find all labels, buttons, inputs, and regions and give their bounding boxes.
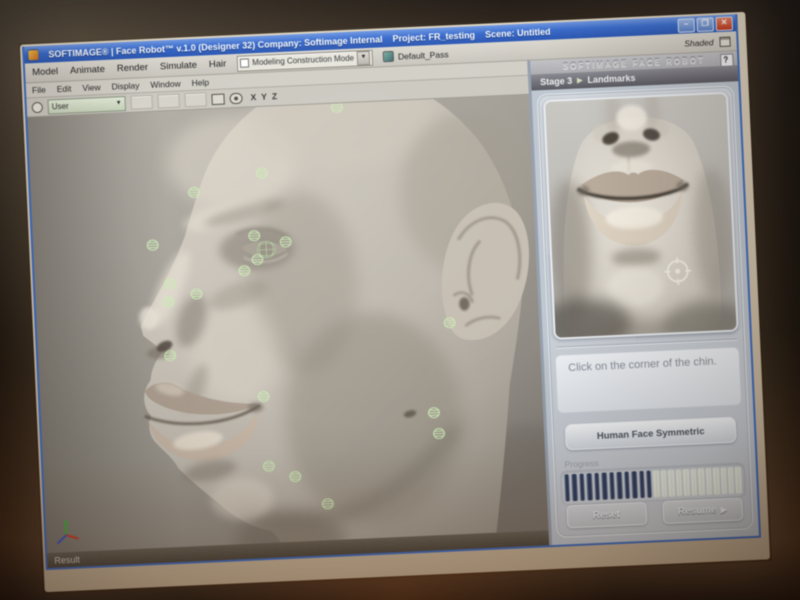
close-button[interactable]: ✕	[715, 16, 733, 31]
vp-menu-edit[interactable]: Edit	[55, 83, 72, 94]
vp-menu-display[interactable]: Display	[110, 80, 140, 91]
axis-lock-buttons: XYZ	[250, 91, 277, 102]
window-controls: – ❐ ✕	[677, 16, 733, 32]
projector-screen: SOFTIMAGE® | Face Robot™ v.1.0 (Designer…	[20, 12, 770, 592]
chin-reference-render	[545, 94, 737, 338]
restore-button[interactable]: ❐	[696, 17, 714, 32]
instruction-box: Click on the corner of the chin.	[555, 346, 742, 413]
minimize-button[interactable]: –	[677, 18, 695, 33]
chevron-down-icon: ▼	[357, 50, 371, 65]
chevron-down-icon: ▼	[116, 100, 122, 106]
stage-panel-body: Click on the corner of the chin. Human F…	[537, 85, 754, 537]
progress-cell-filled	[609, 472, 616, 499]
content-area: File Edit View Display Window Help User ▼ XYZ	[26, 51, 759, 568]
progress-cell-empty	[683, 469, 690, 496]
camera-icon[interactable]	[32, 101, 43, 112]
progress-cell-filled	[616, 472, 623, 499]
progress-cell-filled	[564, 474, 571, 501]
memo-cam-slot[interactable]	[157, 94, 180, 109]
display-options-icon[interactable]	[211, 93, 224, 105]
menu-simulate[interactable]: Simulate	[159, 60, 198, 73]
vp-menu-file[interactable]: File	[31, 85, 47, 96]
camera-view-label: User	[52, 101, 69, 111]
face-robot-panel: SOFTIMAGE FACE ROBOT ? Stage 3 ▶ Landmar…	[527, 51, 759, 545]
progress-cell-filled	[571, 474, 578, 501]
status-text: Result	[54, 554, 80, 565]
visibility-eye-icon[interactable]	[229, 92, 242, 104]
progress-cell-filled	[579, 474, 586, 501]
progress-cell-empty	[676, 469, 683, 496]
menu-model[interactable]: Model	[31, 66, 59, 78]
resume-button[interactable]: Resume ▶	[662, 497, 743, 524]
vp-menu-help[interactable]: Help	[190, 77, 210, 88]
progress-cell-empty	[661, 470, 668, 497]
axis-button-y[interactable]: Y	[261, 92, 267, 102]
3d-viewport[interactable]	[27, 95, 548, 553]
title-project: Project: FR_testing	[392, 30, 475, 44]
camera-view-select[interactable]: User ▼	[47, 96, 126, 115]
progress-cell-empty	[720, 467, 727, 494]
app-icon	[28, 49, 38, 59]
checkbox-icon	[240, 58, 249, 67]
memo-cam-slot[interactable]	[184, 92, 207, 107]
progress-cell-filled	[594, 473, 601, 500]
play-arrow-icon: ▶	[720, 505, 727, 514]
vp-menu-window[interactable]: Window	[149, 78, 182, 89]
progress-cell-filled	[646, 471, 653, 498]
progress-cell-filled	[586, 473, 593, 500]
toolbar-right: Shaded	[684, 36, 731, 48]
pass-select[interactable]: Default_Pass	[383, 48, 449, 62]
instruction-text: Click on the corner of the chin.	[568, 355, 717, 374]
viewport-column: File Edit View Display Window Help User ▼ XYZ	[26, 61, 549, 568]
menu-animate[interactable]: Animate	[69, 64, 106, 77]
pass-icon	[383, 51, 394, 62]
progress-cell-filled	[631, 471, 638, 498]
progress-cell-filled	[624, 472, 631, 499]
template-button[interactable]: Human Face Symmetric	[565, 417, 737, 451]
progress-cell-empty	[713, 468, 720, 495]
title-scene: Scene: Untitled	[485, 26, 551, 39]
memo-cam-slot[interactable]	[130, 95, 153, 110]
display-mode-select[interactable]: Shaded	[684, 37, 714, 48]
progress-cell-filled	[601, 473, 608, 500]
progress-cell-empty	[705, 468, 712, 495]
axis-gizmo-icon	[54, 518, 83, 547]
progress-cell-filled	[638, 471, 645, 498]
resize-viewport-icon[interactable]	[719, 36, 730, 46]
stage-arrow-icon: ▶	[577, 76, 583, 84]
menu-hair[interactable]: Hair	[208, 58, 228, 70]
stage-name: Landmarks	[587, 73, 635, 85]
progress-cell-empty	[668, 470, 675, 497]
photo-of-projected-screen: { "window": { "title_app": "SOFTIMAGE® |…	[0, 0, 800, 600]
vp-menu-view[interactable]: View	[81, 82, 102, 93]
progress-cell-empty	[653, 470, 660, 497]
landmark-reference-image	[543, 92, 739, 340]
progress-cell-empty	[698, 468, 705, 495]
construction-mode-label: Modeling Construction Mode	[252, 54, 354, 68]
pass-name: Default_Pass	[398, 49, 449, 61]
app-window: SOFTIMAGE® | Face Robot™ v.1.0 (Designer…	[22, 14, 761, 570]
progress-cell-empty	[735, 466, 742, 493]
head-model-render	[27, 95, 548, 553]
axis-button-x[interactable]: X	[250, 92, 256, 102]
help-button[interactable]: ?	[720, 53, 734, 67]
progress-cell-empty	[691, 469, 698, 496]
reset-button[interactable]: Reset	[566, 502, 647, 529]
progress-cell-empty	[728, 467, 735, 494]
axis-button-z[interactable]: Z	[272, 91, 278, 101]
stage-number: Stage 3	[540, 76, 572, 87]
menu-render[interactable]: Render	[116, 62, 150, 74]
